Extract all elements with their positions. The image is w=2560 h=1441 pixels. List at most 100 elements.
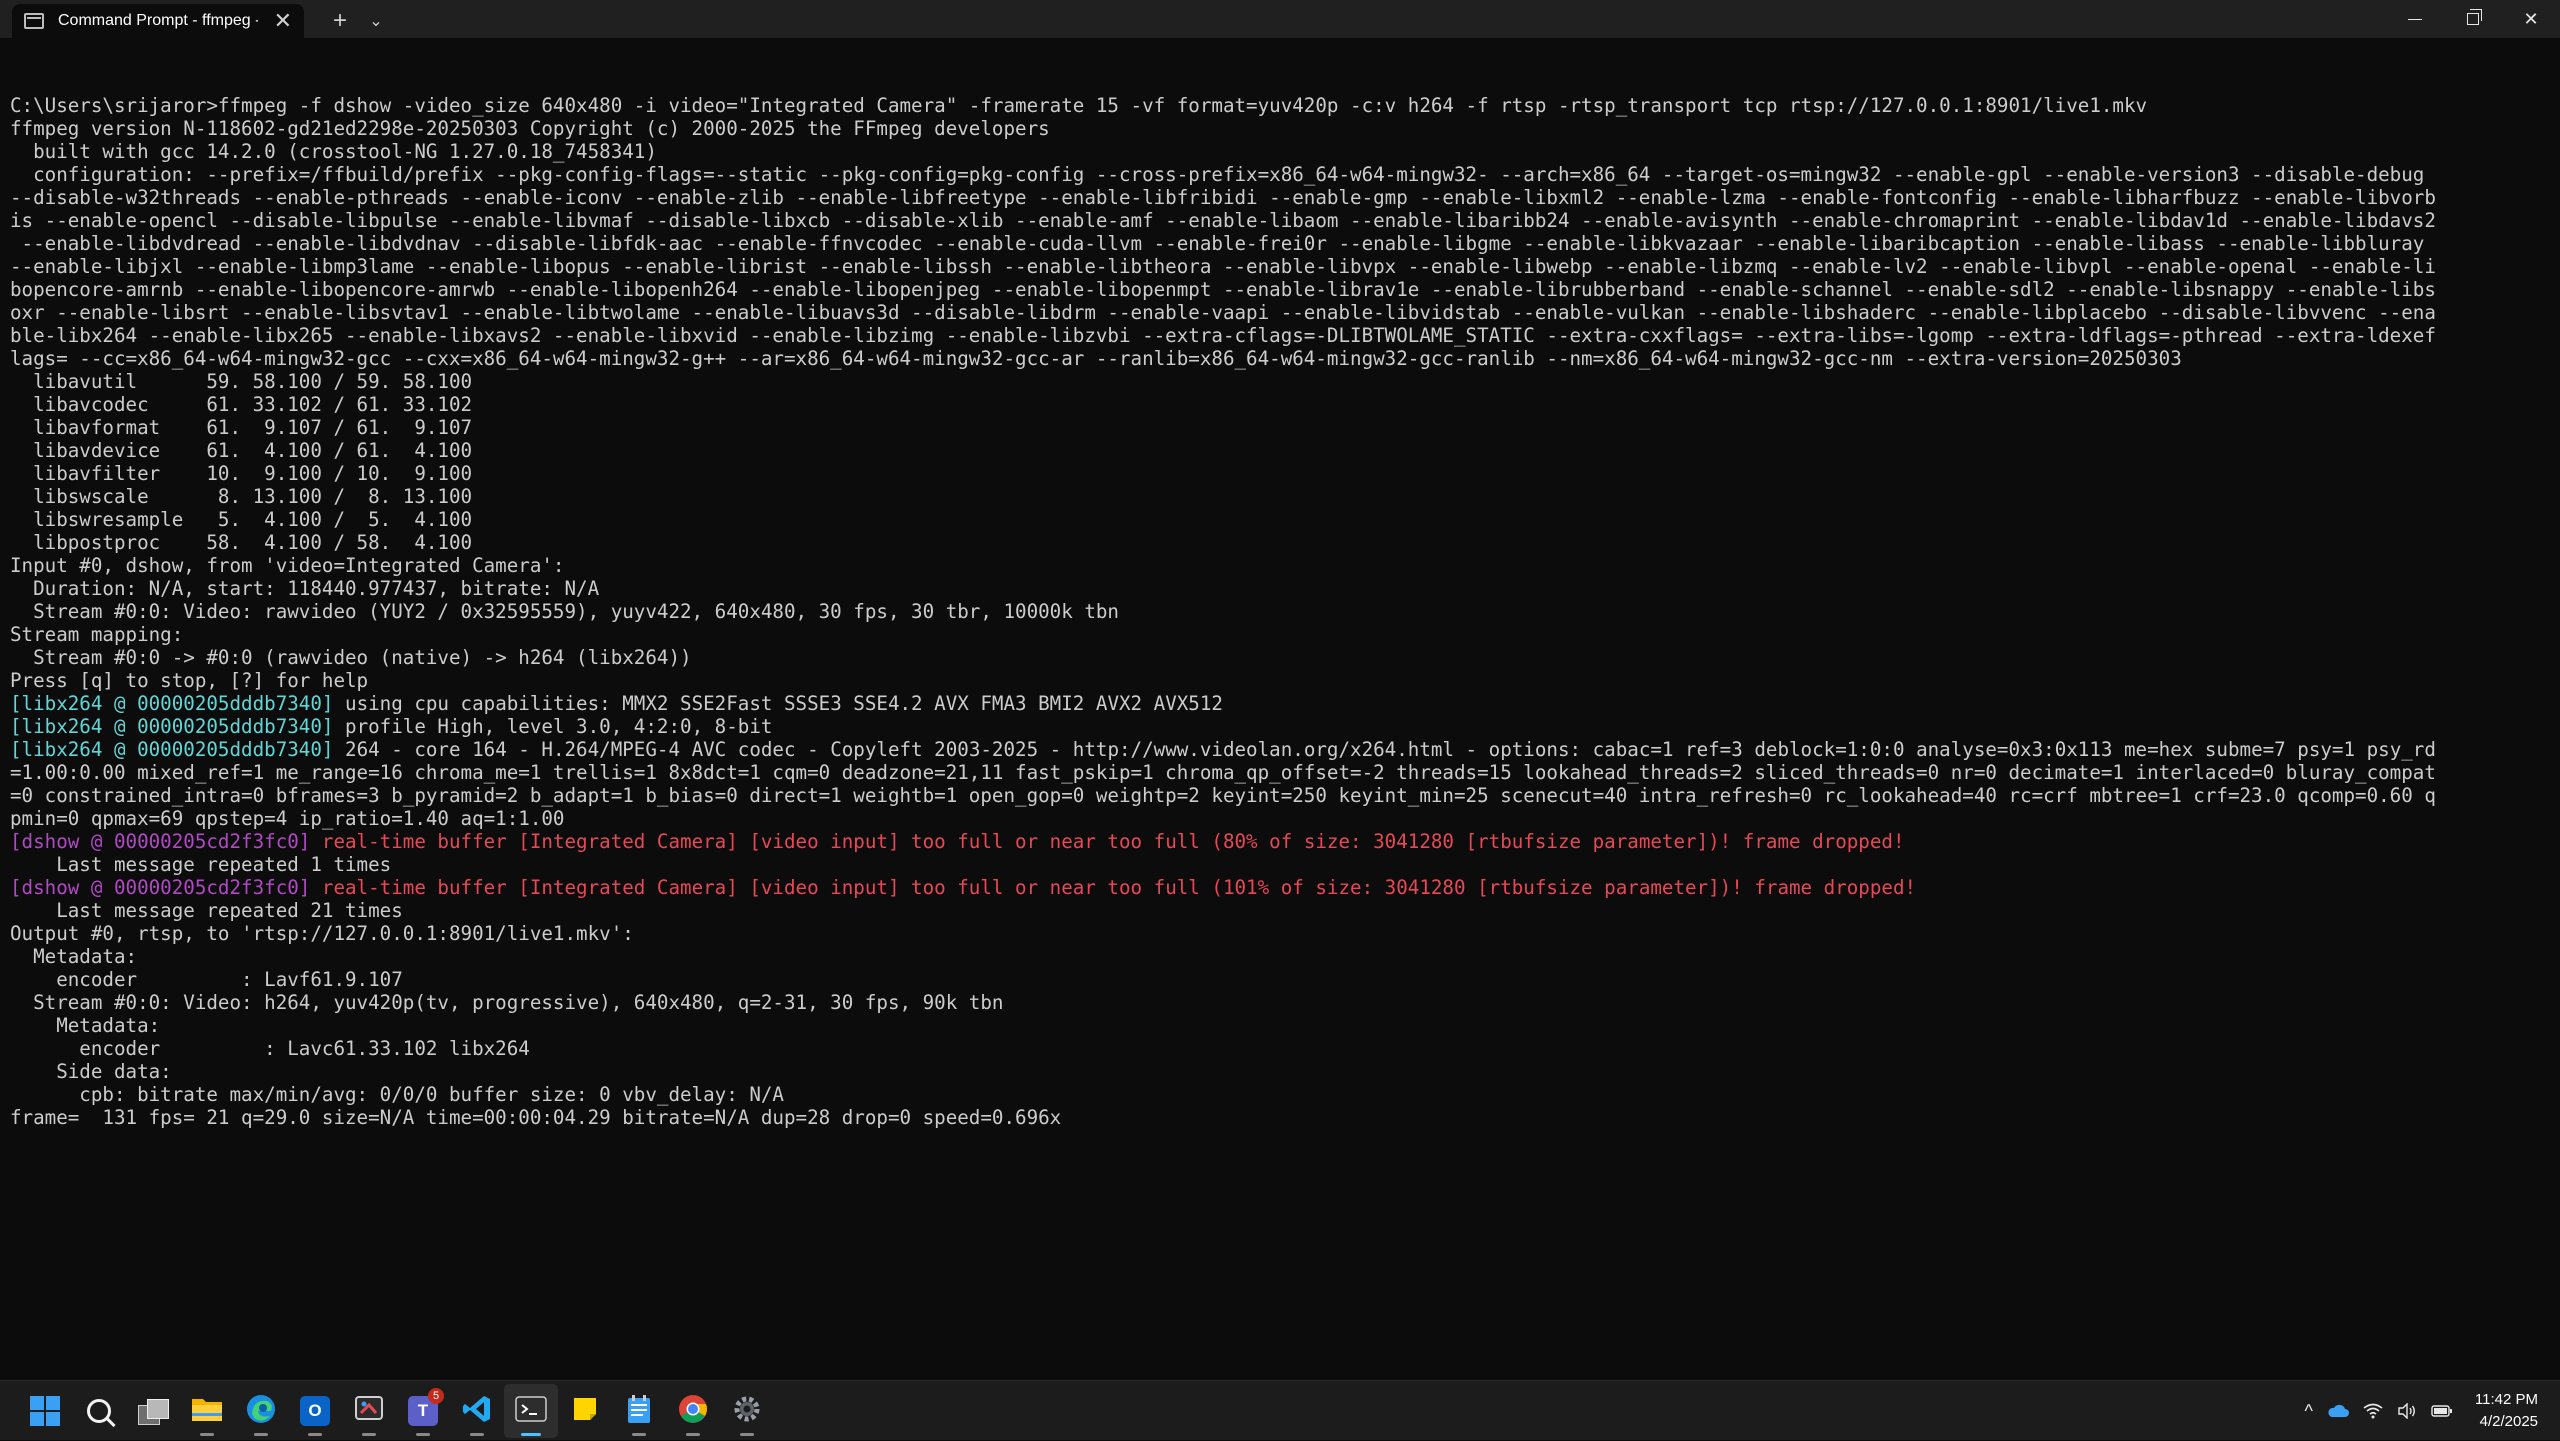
running-indicator [416, 1433, 430, 1436]
snipping-tool-button[interactable] [342, 1384, 396, 1438]
vscode-button[interactable] [450, 1384, 504, 1438]
notepad-icon [626, 1394, 652, 1429]
file-explorer-button[interactable] [180, 1384, 234, 1438]
terminal-button[interactable] [504, 1384, 558, 1438]
console-line: Metadata: [10, 945, 2550, 968]
system-tray: ^ 11:42 PM 4/2/2025 [2304, 1381, 2560, 1441]
console-line: lags= --cc=x86_64-w64-mingw32-gcc --cxx=… [10, 347, 2550, 370]
console-line: Duration: N/A, start: 118440.977437, bit… [10, 577, 2550, 600]
console-text: pmin=0 qpmax=69 qpstep=4 ip_ratio=1.40 a… [10, 807, 565, 830]
running-indicator [308, 1433, 322, 1436]
console-line: Output #0, rtsp, to 'rtsp://127.0.0.1:89… [10, 922, 2550, 945]
windows-logo-icon [30, 1396, 60, 1426]
battery-icon[interactable] [2431, 1404, 2453, 1418]
terminal-icon [515, 1395, 547, 1428]
console-line: [libx264 @ 00000205dddb7340] profile Hig… [10, 715, 2550, 738]
console-line: =0 constrained_intra=0 bframes=3 b_pyram… [10, 784, 2550, 807]
console-line: [libx264 @ 00000205dddb7340] 264 - core … [10, 738, 2550, 761]
clock[interactable]: 11:42 PM 4/2/2025 [2475, 1389, 2538, 1433]
console-text: =0 constrained_intra=0 bframes=3 b_pyram… [10, 784, 2436, 807]
console-line: frame= 131 fps= 21 q=29.0 size=N/A time=… [10, 1106, 2550, 1129]
console-line: libavformat 61. 9.107 / 61. 9.107 [10, 416, 2550, 439]
console-line: [libx264 @ 00000205dddb7340] using cpu c… [10, 692, 2550, 715]
tab-close-icon[interactable]: ✕ [274, 10, 292, 32]
console-line: [dshow @ 00000205cd2f3fc0] real-time buf… [10, 876, 2550, 899]
console-line: --enable-libdvdread --enable-libdvdnav -… [10, 232, 2550, 255]
console-text: Output #0, rtsp, to 'rtsp://127.0.0.1:89… [10, 922, 634, 945]
console-text: using cpu capabilities: MMX2 SSE2Fast SS… [345, 692, 1223, 715]
console-log-segment-colored: [libx264 @ 00000205dddb7340] [10, 692, 346, 715]
start-button[interactable] [18, 1384, 72, 1438]
chevron-down-icon[interactable]: ⌄ [358, 4, 394, 38]
console-text: cpb: bitrate max/min/avg: 0/0/0 buffer s… [10, 1083, 784, 1106]
console-line: Side data: [10, 1060, 2550, 1083]
search-button[interactable] [72, 1384, 126, 1438]
gear-icon [732, 1394, 762, 1429]
console-line: libavfilter 10. 9.100 / 10. 9.100 [10, 462, 2550, 485]
running-indicator [200, 1433, 214, 1436]
console-line: Input #0, dshow, from 'video=Integrated … [10, 554, 2550, 577]
console-text: --disable-w32threads --enable-pthreads -… [10, 186, 2436, 209]
console-log-segment-colored: [dshow @ 00000205cd2f3fc0] [10, 876, 322, 899]
console-line: libswresample 5. 4.100 / 5. 4.100 [10, 508, 2550, 531]
console-line: libavcodec 61. 33.102 / 61. 33.102 [10, 393, 2550, 416]
folder-icon [191, 1395, 223, 1428]
console-line: built with gcc 14.2.0 (crosstool-NG 1.27… [10, 140, 2550, 163]
console-text: C:\Users\srijaror>ffmpeg -f dshow -video… [10, 94, 2148, 117]
clock-time: 11:42 PM [2474, 1391, 2538, 1408]
console-text: profile High, level 3.0, 4:2:0, 8-bit [345, 715, 773, 738]
task-view-button[interactable] [126, 1384, 180, 1438]
console-text: libavfilter 10. 9.100 / 10. 9.100 [10, 462, 473, 485]
console-line: encoder : Lavf61.9.107 [10, 968, 2550, 991]
console-line: libavutil 59. 58.100 / 59. 58.100 [10, 370, 2550, 393]
console-line: oxr --enable-libsrt --enable-libsvtav1 -… [10, 301, 2550, 324]
console-line: --enable-libjxl --enable-libmp3lame --en… [10, 255, 2550, 278]
task-view-icon [138, 1399, 169, 1425]
console-line: =1.00:0.00 mixed_ref=1 me_range=16 chrom… [10, 761, 2550, 784]
tab-command-prompt[interactable]: Command Prompt - ffmpeg - ✕ [12, 4, 304, 38]
console-text: Stream #0:0: Video: rawvideo (YUY2 / 0x3… [10, 600, 1119, 623]
console-log-segment-colored: [libx264 @ 00000205dddb7340] [10, 715, 346, 738]
console-log-segment-colored: [libx264 @ 00000205dddb7340] [10, 738, 346, 761]
notification-badge: 5 [428, 1388, 444, 1404]
volume-icon[interactable] [2397, 1403, 2417, 1419]
console-text: Stream #0:0: Video: h264, yuv420p(tv, pr… [10, 991, 1004, 1014]
chrome-button[interactable] [666, 1384, 720, 1438]
console-text: frame= 131 fps= 21 q=29.0 size=N/A time=… [10, 1106, 1062, 1129]
running-indicator [254, 1433, 268, 1436]
restore-icon [2467, 9, 2482, 25]
console-text: libavformat 61. 9.107 / 61. 9.107 [10, 416, 473, 439]
window-controls: ✕ [2386, 0, 2560, 38]
console-text: is --enable-opencl --disable-libpulse --… [10, 209, 2436, 232]
console-line: --disable-w32threads --enable-pthreads -… [10, 186, 2550, 209]
sticky-notes-button[interactable] [558, 1384, 612, 1438]
edge-button[interactable] [234, 1384, 288, 1438]
chevron-up-icon[interactable]: ^ [2304, 1401, 2312, 1422]
console-line: Last message repeated 1 times [10, 853, 2550, 876]
teams-button[interactable]: T5 [396, 1384, 450, 1438]
outlook-button[interactable]: O [288, 1384, 342, 1438]
wifi-icon[interactable] [2363, 1403, 2383, 1419]
console-line: C:\Users\srijaror>ffmpeg -f dshow -video… [10, 94, 2550, 117]
console-line: Stream #0:0: Video: h264, yuv420p(tv, pr… [10, 991, 2550, 1014]
console-line: libswscale 8. 13.100 / 8. 13.100 [10, 485, 2550, 508]
console-line: Stream #0:0 -> #0:0 (rawvideo (native) -… [10, 646, 2550, 669]
notepad-button[interactable] [612, 1384, 666, 1438]
minimize-icon [2408, 18, 2422, 20]
settings-button[interactable] [720, 1384, 774, 1438]
console-text: Last message repeated 1 times [10, 853, 392, 876]
minimize-button[interactable] [2386, 0, 2444, 38]
outlook-icon: O [300, 1396, 330, 1426]
onedrive-icon[interactable] [2327, 1404, 2349, 1418]
new-tab-button[interactable]: + [322, 4, 358, 38]
close-window-button[interactable]: ✕ [2502, 0, 2560, 38]
console-text: Press [q] to stop, [?] for help [10, 669, 369, 692]
restore-button[interactable] [2444, 0, 2502, 38]
console-text: Duration: N/A, start: 118440.977437, bit… [10, 577, 600, 600]
console-log-segment-colored: [dshow @ 00000205cd2f3fc0] [10, 830, 322, 853]
running-indicator [632, 1433, 646, 1436]
console-output[interactable]: C:\Users\srijaror>ffmpeg -f dshow -video… [10, 71, 2550, 1371]
console-text: oxr --enable-libsrt --enable-libsvtav1 -… [10, 301, 2436, 324]
sticky-notes-icon [571, 1395, 599, 1428]
running-indicator [470, 1433, 484, 1436]
